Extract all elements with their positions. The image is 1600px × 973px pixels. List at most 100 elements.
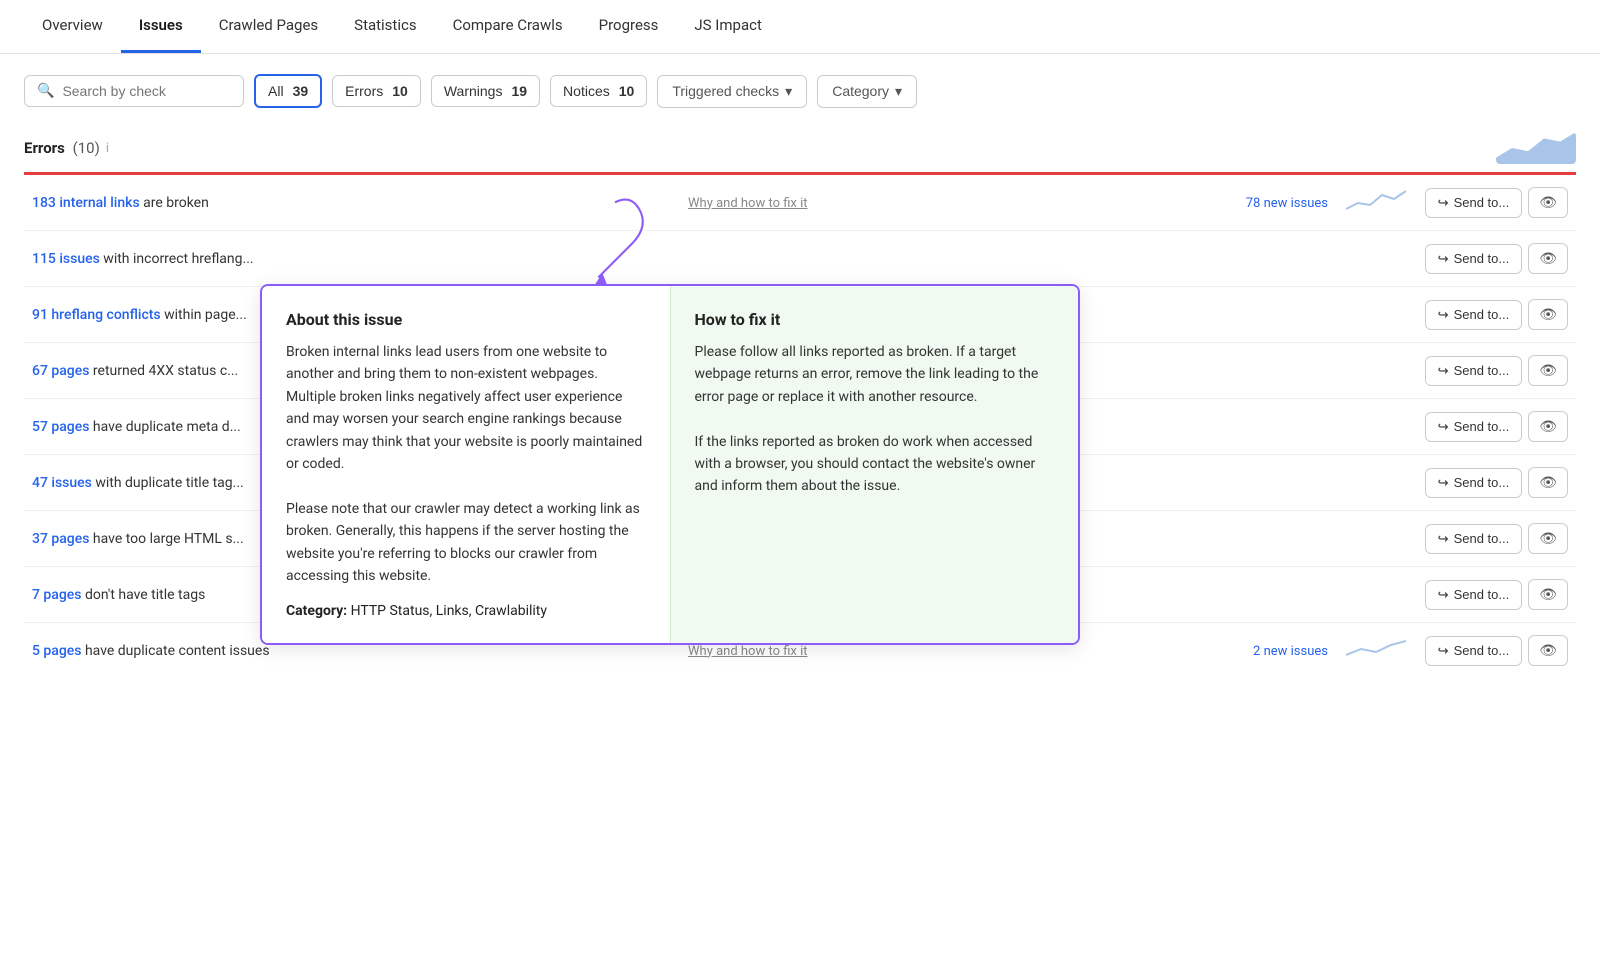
eye-button[interactable]: 👁 [1528,411,1568,442]
send-icon: ↪ [1438,531,1449,547]
eye-icon: 👁 [1539,530,1557,546]
issue-cell: 115 issues with incorrect hreflang... [24,231,680,287]
popup-about-body: Broken internal links lead users from on… [286,341,646,587]
new-issues-badge: 2 new issues [1253,644,1328,659]
popup-how-to-fix: How to fix it Please follow all links re… [670,286,1079,643]
actions-cell: ↪ Send to... 👁 [1416,343,1576,399]
mini-chart [1346,637,1406,661]
eye-icon: 👁 [1539,642,1557,658]
chart-cell [1336,175,1416,231]
filter-all-button[interactable]: All 39 [254,74,322,108]
send-icon: ↪ [1438,307,1449,323]
eye-button[interactable]: 👁 [1528,579,1568,610]
send-to-button[interactable]: ↪ Send to... [1425,636,1523,666]
nav-issues[interactable]: Issues [121,0,201,53]
eye-button[interactable]: 👁 [1528,523,1568,554]
errors-section-header: Errors (10) i [24,132,1576,175]
popup-category: Category: HTTP Status, Links, Crawlabili… [286,603,646,619]
eye-icon: 👁 [1539,474,1557,490]
actions-cell: ↪ Send to... 👁 [1416,287,1576,343]
send-icon: ↪ [1438,419,1449,435]
send-to-button[interactable]: ↪ Send to... [1425,244,1523,274]
filter-bar: 🔍 All 39 Errors 10 Warnings 19 Notices 1… [24,74,1576,108]
issue-link[interactable]: 7 pages [32,587,82,603]
eye-icon: 👁 [1539,250,1557,266]
why-fix-link[interactable]: Why and how to fix it [688,644,808,659]
errors-title: Errors (10) [24,139,100,157]
popup-fix-body: Please follow all links reported as brok… [695,341,1055,498]
issue-link[interactable]: 115 issues [32,251,100,267]
send-to-button[interactable]: ↪ Send to... [1425,468,1523,498]
issue-link[interactable]: 183 internal links [32,195,140,211]
send-to-button[interactable]: ↪ Send to... [1425,412,1523,442]
issue-link[interactable]: 5 pages [32,643,82,659]
why-fix-cell: Why and how to fix it [680,175,1055,231]
issue-link[interactable]: 67 pages [32,363,89,379]
nav-js-impact[interactable]: JS Impact [676,0,779,53]
nav-overview[interactable]: Overview [24,0,121,53]
eye-icon: 👁 [1539,586,1557,602]
eye-icon: 👁 [1539,362,1557,378]
send-to-button[interactable]: ↪ Send to... [1425,188,1523,218]
filter-notices-button[interactable]: Notices 10 [550,75,647,107]
eye-button[interactable]: 👁 [1528,355,1568,386]
eye-button[interactable]: 👁 [1528,243,1568,274]
eye-icon: 👁 [1539,194,1557,210]
send-icon: ↪ [1438,475,1449,491]
eye-button[interactable]: 👁 [1528,299,1568,330]
new-issues-cell: 78 new issues [1055,175,1336,231]
actions-cell: ↪ Send to... 👁 [1416,567,1576,623]
issue-cell: 183 internal links are broken [24,175,680,231]
send-to-button[interactable]: ↪ Send to... [1425,580,1523,610]
issue-link[interactable]: 37 pages [32,531,89,547]
search-box[interactable]: 🔍 [24,75,244,107]
nav-compare-crawls[interactable]: Compare Crawls [435,0,581,53]
chevron-down-icon: ▾ [785,83,792,100]
new-issues-cell: 2 new issues [1055,623,1336,679]
table-row: 115 issues with incorrect hreflang... ↪ … [24,231,1576,287]
actions-cell: ↪ Send to... 👁 [1416,399,1576,455]
send-icon: ↪ [1438,251,1449,267]
eye-button[interactable]: 👁 [1528,187,1568,218]
nav-statistics[interactable]: Statistics [336,0,434,53]
new-issues-badge: 78 new issues [1246,196,1328,211]
popup-about: About this issue Broken internal links l… [262,286,670,643]
popup-fix-title: How to fix it [695,310,1055,329]
errors-chart-thumb [1496,132,1576,164]
nav-crawled-pages[interactable]: Crawled Pages [201,0,336,53]
nav-progress[interactable]: Progress [581,0,677,53]
send-to-button[interactable]: ↪ Send to... [1425,300,1523,330]
info-icon[interactable]: i [106,141,109,156]
main-content: 🔍 All 39 Errors 10 Warnings 19 Notices 1… [0,54,1600,698]
search-icon: 🔍 [37,83,54,99]
chart-cell [1336,623,1416,679]
filter-warnings-button[interactable]: Warnings 19 [431,75,540,107]
eye-button[interactable]: 👁 [1528,467,1568,498]
chevron-down-icon: ▾ [895,83,902,100]
eye-icon: 👁 [1539,306,1557,322]
category-dropdown[interactable]: Category ▾ [817,75,917,108]
actions-cell: ↪ Send to... 👁 [1416,175,1576,231]
actions-cell: ↪ Send to... 👁 [1416,231,1576,287]
actions-cell: ↪ Send to... 👁 [1416,455,1576,511]
send-to-button[interactable]: ↪ Send to... [1425,356,1523,386]
send-icon: ↪ [1438,195,1449,211]
eye-icon: 👁 [1539,418,1557,434]
issue-link[interactable]: 91 hreflang conflicts [32,307,161,323]
send-icon: ↪ [1438,643,1449,659]
eye-button[interactable]: 👁 [1528,635,1568,666]
nav-bar: Overview Issues Crawled Pages Statistics… [0,0,1600,54]
issue-link[interactable]: 47 issues [32,475,92,491]
issue-link[interactable]: 57 pages [32,419,89,435]
why-fix-link[interactable]: Why and how to fix it [688,196,808,211]
table-row: 183 internal links are broken Why and ho… [24,175,1576,231]
actions-cell: ↪ Send to... 👁 [1416,623,1576,679]
triggered-checks-dropdown[interactable]: Triggered checks ▾ [657,75,807,108]
issue-detail-popup: About this issue Broken internal links l… [260,284,1080,645]
popup-about-title: About this issue [286,310,646,329]
search-input[interactable] [62,83,231,99]
send-to-button[interactable]: ↪ Send to... [1425,524,1523,554]
send-icon: ↪ [1438,363,1449,379]
filter-errors-button[interactable]: Errors 10 [332,75,421,107]
mini-chart [1346,189,1406,213]
